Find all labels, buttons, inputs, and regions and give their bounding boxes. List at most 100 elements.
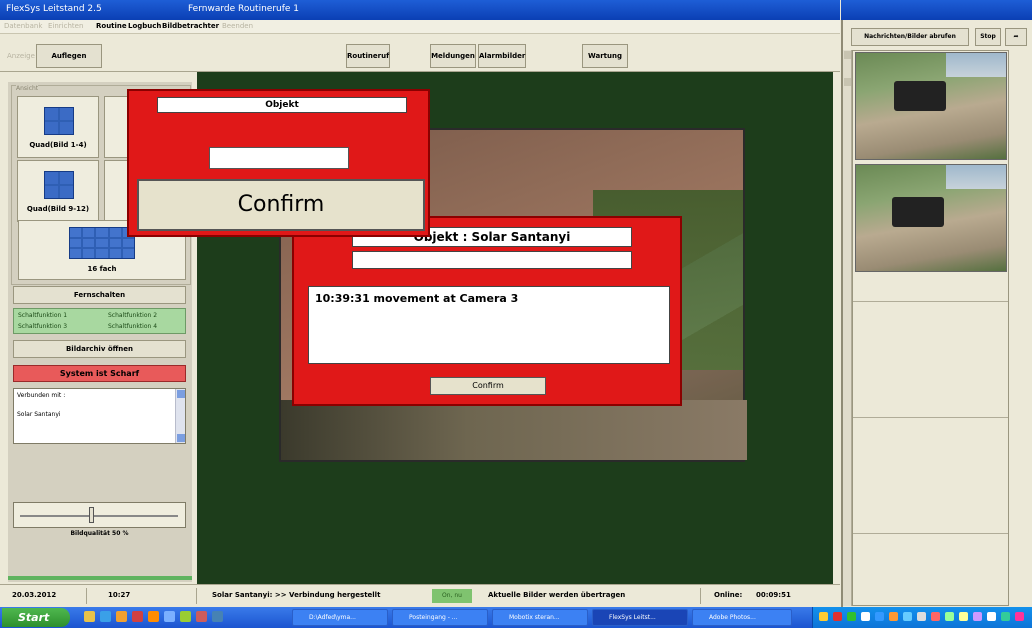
image-list-scrollbar[interactable] <box>843 50 852 606</box>
back-arrow-icon[interactable]: ➦ <box>1005 28 1027 46</box>
start-button[interactable]: Start <box>2 608 70 627</box>
task-inbox[interactable]: Posteingang - ... <box>392 609 488 626</box>
alarm-message: 10:39:31 movement at Camera 3 <box>315 292 519 305</box>
grid-16-icon <box>69 227 135 259</box>
system-status: System ist Scharf <box>13 365 186 382</box>
quad-1-4-label: Quad(Bild 1-4) <box>29 141 87 149</box>
fetch-messages-button[interactable]: Nachrichten/Bilder abrufen <box>851 28 969 46</box>
mail-icon[interactable] <box>148 611 159 622</box>
main-window: FlexSys Leitstand 2.5 Fernwarde Routiner… <box>0 0 840 607</box>
tray-icon[interactable] <box>847 612 856 621</box>
switch-4[interactable]: Schaltfunktion 4 <box>108 323 157 330</box>
menu-datenbank[interactable]: Datenbank <box>4 22 42 30</box>
window-title: FlexSys Leitstand 2.5 <box>6 4 102 14</box>
window-icon[interactable] <box>164 611 175 622</box>
task-flexsys[interactable]: FlexSys Leitst... <box>592 609 688 626</box>
image-panel: Nachrichten/Bilder abrufen Stop ➦ <box>841 20 1032 608</box>
alarm-dialog: Objekt : Solar Santanyi 10:39:31 movemen… <box>292 216 682 406</box>
tray-icon[interactable] <box>833 612 842 621</box>
snapshot-thumbnail[interactable] <box>855 164 1007 272</box>
routineruf-button[interactable]: Routineruf <box>346 44 390 68</box>
status-mode: On, nu <box>432 589 472 603</box>
system-tray <box>812 607 1032 628</box>
tray-icon[interactable] <box>875 612 884 621</box>
menu-bildbetrachter[interactable]: Bildbetrachter <box>162 22 219 30</box>
wartung-button[interactable]: Wartung <box>582 44 628 68</box>
status-connection: Solar Santanyi: >> Verbindung hergestell… <box>212 591 381 599</box>
folder-icon[interactable] <box>116 611 127 622</box>
snapshot-thumbnail[interactable] <box>855 52 1007 160</box>
tray-icon[interactable] <box>903 612 912 621</box>
tray-icon[interactable] <box>973 612 982 621</box>
alarmbilder-button[interactable]: Alarmbilder <box>478 44 526 68</box>
taskbar: Start D:\Adfed\yma... Posteingang - ... … <box>0 607 1032 628</box>
status-bar: 20.03.2012 10:27 Solar Santanyi: >> Verb… <box>0 584 840 606</box>
quad-1-4-button[interactable]: Quad(Bild 1-4) <box>17 96 99 158</box>
status-online-label: Online: <box>714 591 743 599</box>
auflegen-button[interactable]: Auflegen <box>36 44 102 68</box>
task-mobotix[interactable]: Mobotix steran... <box>492 609 588 626</box>
view-group-label: Ansicht <box>16 85 39 92</box>
task-explorer[interactable]: D:\Adfed\yma... <box>292 609 388 626</box>
slider-thumb[interactable] <box>89 507 95 523</box>
alarm-object-field <box>352 251 632 269</box>
status-transfer: Aktuelle Bilder werden übertragen <box>488 591 626 599</box>
progress-line <box>8 576 192 580</box>
object-input[interactable] <box>209 147 349 169</box>
menu-logbuch[interactable]: Logbuch <box>128 22 161 30</box>
object-title: Objekt <box>157 97 407 113</box>
tray-icon[interactable] <box>819 612 828 621</box>
alarm-confirm-button[interactable]: Confirm <box>430 377 546 395</box>
tray-icon[interactable] <box>861 612 870 621</box>
task-photoshop[interactable]: Adobe Photos... <box>692 609 792 626</box>
menu-einrichten[interactable]: Einrichten <box>48 22 83 30</box>
switch-1[interactable]: Schaltfunktion 1 <box>18 312 67 319</box>
stop-button[interactable]: Stop <box>975 28 1001 46</box>
connection-box: Verbunden mit : Solar Santanyi <box>13 388 186 444</box>
tray-icon[interactable] <box>1001 612 1010 621</box>
connected-label: Verbunden mit : <box>17 392 66 399</box>
status-online-value: 00:09:51 <box>756 591 791 599</box>
tray-icon[interactable] <box>917 612 926 621</box>
anzeige-button[interactable]: Anzeige <box>6 44 35 68</box>
title-bar: FlexSys Leitstand 2.5 Fernwarde Routiner… <box>0 0 840 20</box>
view-16-label: 16 fach <box>87 265 117 273</box>
object-confirm-button[interactable]: Confirm <box>137 179 425 231</box>
tray-icon[interactable] <box>945 612 954 621</box>
menu-routine[interactable]: Routine <box>96 22 127 30</box>
right-title-bar <box>841 0 1032 20</box>
menu-beenden[interactable]: Beenden <box>222 22 253 30</box>
object-dialog: Objekt Confirm <box>127 89 430 237</box>
tool-icon[interactable] <box>196 611 207 622</box>
app-icon[interactable] <box>180 611 191 622</box>
tray-icon[interactable] <box>959 612 968 621</box>
screen: FlexSys Leitstand 2.5 Fernwarde Routiner… <box>0 0 1032 628</box>
show-desktop-icon[interactable] <box>84 611 95 622</box>
tray-icon[interactable] <box>1015 612 1024 621</box>
switch-3[interactable]: Schaltfunktion 3 <box>18 323 67 330</box>
tray-icon[interactable] <box>889 612 898 621</box>
settings-icon[interactable] <box>212 611 223 622</box>
browser-icon[interactable] <box>100 611 111 622</box>
quality-label: Bildqualität 50 % <box>70 530 129 537</box>
status-date: 20.03.2012 <box>12 591 57 599</box>
quality-slider[interactable]: Bildqualität 50 % <box>13 502 186 537</box>
menu-bar: Datenbank Einrichten Routine Logbuch Bil… <box>0 20 840 34</box>
fernschalten-button[interactable]: Fernschalten <box>13 286 186 304</box>
tray-icon[interactable] <box>987 612 996 621</box>
connection-scrollbar[interactable] <box>175 389 185 443</box>
switch-2[interactable]: Schaltfunktion 2 <box>108 312 157 319</box>
archive-button[interactable]: Bildarchiv öffnen <box>13 340 186 358</box>
quad-icon <box>44 171 74 199</box>
toolbar: Anzeige Auflegen Routineruf Meldungen Al… <box>0 34 840 72</box>
quad-9-12-button[interactable]: Quad(Bild 9-12) <box>17 160 99 222</box>
media-icon[interactable] <box>132 611 143 622</box>
switch-panel: Schaltfunktion 1 Schaltfunktion 2 Schalt… <box>13 308 186 334</box>
status-time: 10:27 <box>108 591 131 599</box>
alarm-message-box: 10:39:31 movement at Camera 3 <box>308 286 670 364</box>
window-subtitle: Fernwarde Routinerufe 1 <box>188 4 300 14</box>
meldungen-button[interactable]: Meldungen <box>430 44 476 68</box>
connected-value: Solar Santanyi <box>17 411 61 418</box>
tray-icon[interactable] <box>931 612 940 621</box>
quad-icon <box>44 107 74 135</box>
